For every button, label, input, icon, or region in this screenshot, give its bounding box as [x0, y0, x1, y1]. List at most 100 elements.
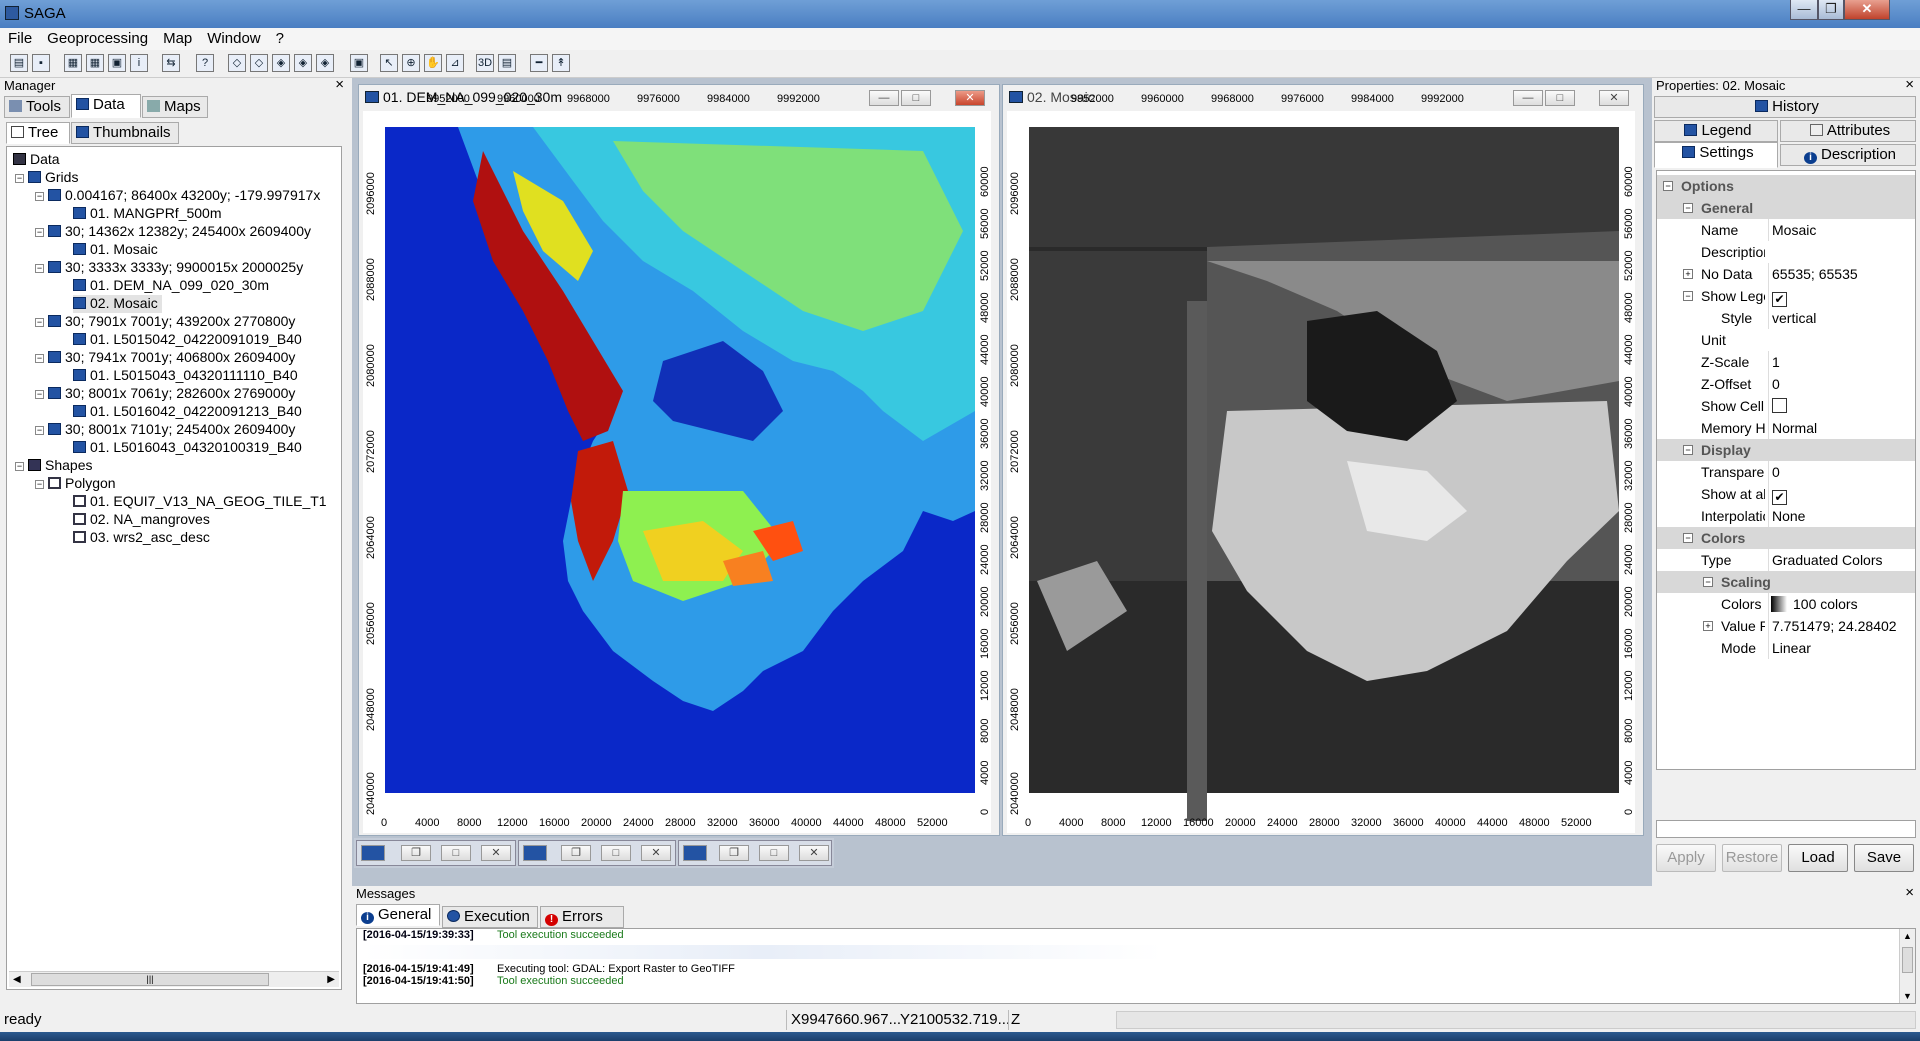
collapse-icon[interactable]: − [15, 174, 24, 183]
tab-legend[interactable]: Legend [1654, 120, 1778, 142]
expand-icon[interactable]: + [1683, 269, 1693, 279]
log-vscrollbar[interactable]: ▲ ▼ [1899, 929, 1915, 1003]
select-arrow-icon[interactable]: ↖ [380, 54, 398, 72]
map-close-button[interactable]: ✕ [955, 90, 985, 106]
prop-unit[interactable]: Unit [1657, 329, 1915, 351]
tree-shape-item[interactable]: 01. EQUI7_V13_NA_GEOG_TILE_T1 [73, 493, 327, 511]
menu-help[interactable]: ? [268, 28, 291, 47]
collapse-icon[interactable]: − [35, 264, 44, 273]
scroll-down-icon[interactable]: ▼ [1903, 991, 1912, 1001]
collapse-icon[interactable]: − [1683, 445, 1693, 455]
collapse-icon[interactable]: − [1683, 533, 1693, 543]
tab-general[interactable]: i General [356, 904, 440, 926]
properties-close-icon[interactable]: × [1905, 76, 1914, 93]
prop-description[interactable]: Description [1657, 241, 1915, 263]
tree-grid-item[interactable]: 01. L5015042_04220091019_B40 [73, 331, 302, 349]
scroll-left-icon[interactable]: ◀ [13, 974, 21, 985]
prop-interpolation[interactable]: Interpolatio None [1657, 505, 1915, 527]
tab-data[interactable]: Data [71, 94, 141, 118]
restore-icon[interactable]: ❐ [719, 845, 749, 861]
scroll-up-icon[interactable]: ▲ [1903, 931, 1912, 941]
tree-grids[interactable]: − Grids [15, 169, 78, 187]
section-display[interactable]: − Display [1657, 439, 1915, 461]
tab-tools[interactable]: Tools [4, 96, 70, 118]
tree-grid-system[interactable]: −30; 7941x 7001y; 406800x 2609400y [35, 349, 295, 367]
tree-grid-system[interactable]: −30; 7901x 7001y; 439200x 2770800y [35, 313, 295, 331]
tab-settings[interactable]: Settings [1654, 142, 1778, 168]
show-at-all-checkbox[interactable]: ✔ [1772, 490, 1787, 505]
prop-no-data[interactable]: + No Data 65535; 65535 [1657, 263, 1915, 285]
show-cell-value[interactable] [1768, 395, 1868, 417]
pan-hand-icon[interactable]: ✋ [424, 54, 442, 72]
collapse-icon[interactable]: − [35, 426, 44, 435]
apply-button[interactable]: Apply [1656, 844, 1716, 872]
prop-style[interactable]: Style vertical [1657, 307, 1915, 329]
tree-grid-item[interactable]: 01. L5016042_04220091213_B40 [73, 403, 302, 421]
help-icon[interactable]: ? [196, 54, 214, 72]
show-legend-checkbox[interactable]: ✔ [1772, 292, 1787, 307]
minimized-window[interactable]: ❐ □ ✕ [678, 840, 832, 866]
collapse-icon[interactable]: − [1663, 181, 1673, 191]
minimized-window[interactable]: ❐ □ ✕ [356, 840, 516, 866]
zoom-selection-icon[interactable]: ◈ [316, 54, 334, 72]
tree-grid-system[interactable]: −30; 14362x 12382y; 245400x 2609400y [35, 223, 311, 241]
tree-grid-item[interactable]: 01. DEM_NA_099_020_30m [73, 277, 269, 295]
close-button[interactable]: ✕ [1844, 0, 1890, 20]
menu-window[interactable]: Window [199, 28, 267, 47]
map-canvas-mosaic[interactable] [1007, 111, 1635, 833]
menu-map[interactable]: Map [155, 28, 199, 47]
collapse-icon[interactable]: − [1683, 291, 1693, 301]
subtab-thumbnails[interactable]: Thumbnails [71, 122, 179, 144]
measure-icon[interactable]: ⊿ [446, 54, 464, 72]
prop-type[interactable]: Type Graduated Colors [1657, 549, 1915, 571]
prop-name[interactable]: Name Mosaic [1657, 219, 1915, 241]
collapse-icon[interactable]: − [35, 390, 44, 399]
scroll-thumb[interactable] [1902, 947, 1913, 973]
tab-history[interactable]: History [1654, 96, 1916, 118]
restore-settings-button[interactable]: Restore [1722, 844, 1782, 872]
tree-grid-system[interactable]: −30; 3333x 3333y; 9900015x 2000025y [35, 259, 303, 277]
collapse-icon[interactable]: − [1683, 203, 1693, 213]
manager-icon[interactable]: ▦ [64, 54, 82, 72]
3d-view-icon[interactable]: 3D [476, 54, 494, 72]
messages-close-icon[interactable]: × [1905, 884, 1914, 901]
show-all-value[interactable]: ✔ [1768, 483, 1868, 505]
collapse-icon[interactable]: − [35, 228, 44, 237]
close-icon[interactable]: ✕ [481, 845, 511, 861]
scale-bar-icon[interactable]: ━ [530, 54, 548, 72]
load-button[interactable]: Load [1788, 844, 1848, 872]
tree-shapes[interactable]: − Shapes [15, 457, 92, 475]
zoom-tool-icon[interactable]: ⊕ [402, 54, 420, 72]
sync-maps-icon[interactable]: ▣ [350, 54, 368, 72]
prop-transparency[interactable]: Transparenc0 [1657, 461, 1915, 483]
zoom-forward-icon[interactable]: ◈ [272, 54, 290, 72]
section-general[interactable]: − General [1657, 197, 1915, 219]
tree-grid-item[interactable]: 01. Mosaic [73, 241, 158, 259]
properties-icon[interactable]: ▦ [86, 54, 104, 72]
zoom-layer-icon[interactable]: ◈ [294, 54, 312, 72]
map-canvas-dem[interactable] [363, 111, 991, 833]
collapse-icon[interactable]: − [35, 318, 44, 327]
save-button[interactable]: Save [1854, 844, 1914, 872]
tree-grid-item[interactable]: 01. L5015043_04320111110_B40 [73, 367, 298, 385]
tree-grid-system[interactable]: −0.004167; 86400x 43200y; -179.997917x [35, 187, 320, 205]
maximize-icon[interactable]: □ [759, 845, 789, 861]
section-colors[interactable]: − Colors [1657, 527, 1915, 549]
prop-memory-handling[interactable]: Memory HaNormal [1657, 417, 1915, 439]
show-legend-value[interactable]: ✔ [1768, 285, 1868, 307]
section-scaling[interactable]: − Scaling [1657, 571, 1915, 593]
collapse-icon[interactable]: − [35, 192, 44, 201]
tree-grid-system[interactable]: −30; 8001x 7061y; 282600x 2769000y [35, 385, 295, 403]
tree-root[interactable]: Data [13, 151, 60, 169]
tree-polygon[interactable]: − Polygon [35, 475, 116, 493]
tab-maps[interactable]: Maps [142, 96, 208, 118]
save-icon[interactable]: ▪ [32, 54, 50, 72]
maximize-icon[interactable]: □ [441, 845, 471, 861]
prop-show-legend[interactable]: −Show Leger✔ [1657, 285, 1915, 307]
scroll-thumb[interactable]: ||| [31, 973, 269, 986]
tile-icon[interactable]: ⇆ [162, 54, 180, 72]
prop-show-at-all-scales[interactable]: Show at all ✔ [1657, 483, 1915, 505]
restore-button[interactable]: ❐ [1818, 0, 1844, 20]
map-close-button[interactable]: ✕ [1599, 90, 1629, 106]
messages-log[interactable]: [2016-04-15/19:39:33] Tool execution suc… [356, 928, 1916, 1004]
